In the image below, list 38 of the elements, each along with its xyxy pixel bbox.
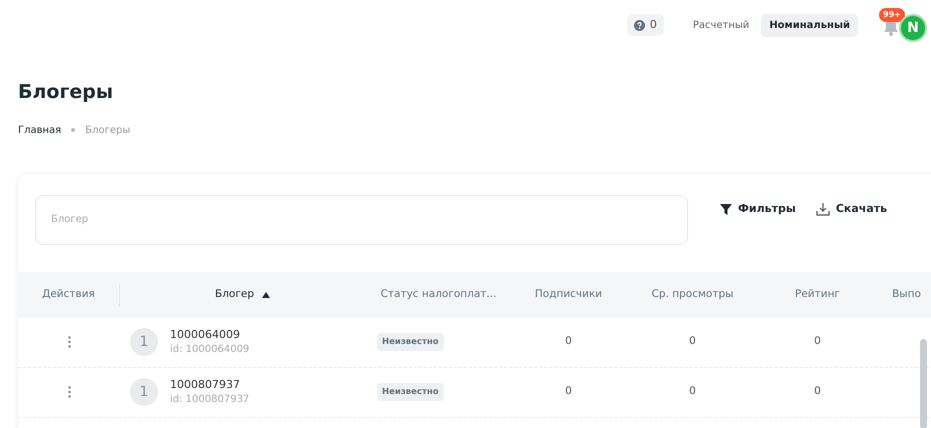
download-icon [816,202,830,216]
table-cell-text: 0 [814,334,821,350]
notification-count: 99+ [879,8,905,22]
blogger-id: id: 1000064009 [170,342,250,356]
column-header[interactable]: Выпо [875,272,931,318]
table-cell-text: 0 [689,334,696,350]
table-cell-text: 0 [814,384,821,400]
blogger-name[interactable]: 1000807937 [170,378,250,393]
avatar-circle: 1 [130,328,158,356]
page-title: Блогеры [18,80,114,105]
column-header[interactable]: Ср. просмотры [625,272,760,318]
mode-toggle[interactable]: Расчетный [684,14,758,36]
breadcrumb-current: Блогеры [85,124,130,138]
status-tag: Неизвестно [377,332,444,352]
column-header[interactable]: Действия [18,284,120,306]
blogger-id: id: 1000807937 [170,392,250,406]
scrollbar[interactable] [920,338,927,428]
column-header[interactable]: Статус налогоплат... [365,272,512,318]
column-header[interactable]: Блогер [120,272,365,318]
table-cell-text: 0 [565,384,572,400]
filter-button[interactable]: Фильтры [720,200,796,218]
table-cell-text: 0 [689,384,696,400]
column-header[interactable]: Рейтинг [760,272,875,318]
filter-icon [720,204,732,214]
column-header[interactable]: Подписчики [512,272,625,318]
breadcrumb-link[interactable]: Главная [18,122,62,138]
download-button[interactable]: Скачать [816,200,888,218]
search-field[interactable]: Блогер [35,194,688,244]
table-cell-text: 0 [565,334,572,350]
help-counter[interactable]: 0 [626,14,664,36]
status-tag: Неизвестно [377,382,444,402]
avatar-circle: 1 [130,378,158,406]
more-icon[interactable] [68,386,70,398]
mode-toggle[interactable]: Номинальный [761,14,858,36]
help-icon [634,20,645,30]
help-count: 0 [650,16,657,33]
more-icon[interactable] [68,336,70,348]
blogger-name[interactable]: 1000064009 [170,328,250,343]
